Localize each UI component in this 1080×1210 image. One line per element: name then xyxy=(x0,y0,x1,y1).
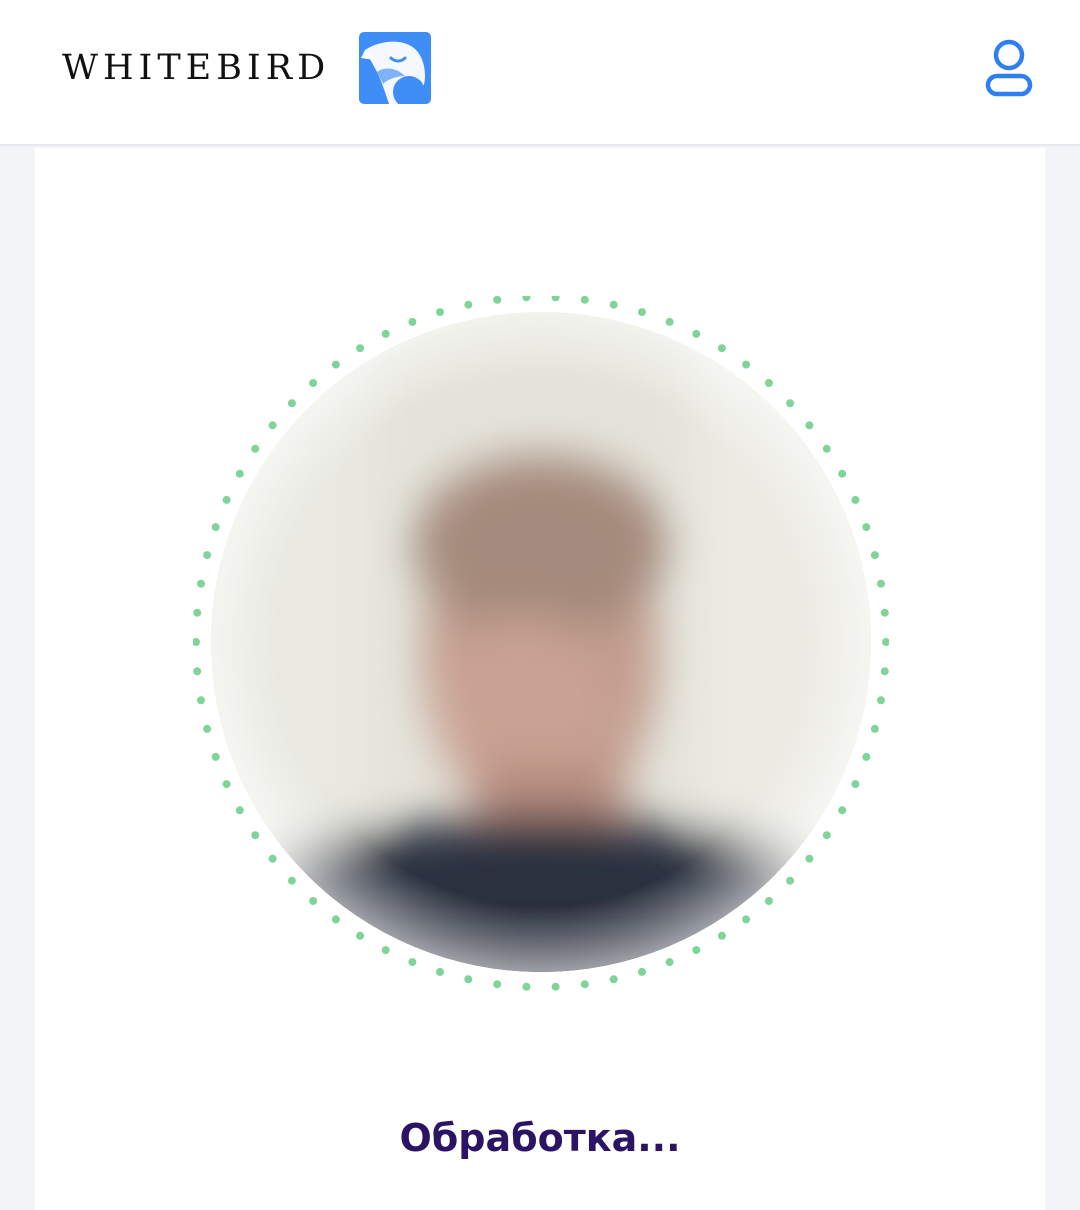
ring-dot xyxy=(862,752,871,761)
ring-dot xyxy=(287,399,296,408)
user-profile-button[interactable] xyxy=(976,34,1040,102)
ring-dot xyxy=(877,579,885,588)
ring-dot xyxy=(203,551,212,560)
ring-dot xyxy=(436,967,444,976)
ring-dot xyxy=(851,780,860,789)
ring-dot xyxy=(197,696,205,705)
ring-dot xyxy=(692,329,701,338)
ring-dot xyxy=(717,344,726,353)
ring-dot xyxy=(381,329,390,338)
ring-dot xyxy=(609,975,618,984)
verification-card: Обработка... xyxy=(35,148,1045,1210)
ring-dot xyxy=(251,831,260,840)
ring-dot xyxy=(638,308,646,317)
ring-dot xyxy=(192,638,200,646)
ring-dot xyxy=(805,421,814,430)
ring-dot xyxy=(408,958,417,967)
ring-dot xyxy=(309,379,318,387)
ring-dot xyxy=(882,638,890,646)
ring-dot xyxy=(786,876,795,885)
ring-dot xyxy=(742,915,751,924)
ring-dot xyxy=(580,295,589,304)
face-scanner xyxy=(192,293,890,992)
ring-dot xyxy=(580,980,589,989)
ring-dot xyxy=(522,982,531,991)
ring-dot xyxy=(551,982,560,991)
ring-dot xyxy=(356,344,365,353)
ring-dot xyxy=(692,946,701,955)
ring-dot xyxy=(268,421,277,430)
ring-dot xyxy=(665,317,674,326)
top-header: WHITEBIRD xyxy=(0,0,1080,146)
ring-dot xyxy=(193,667,202,676)
ring-dot xyxy=(436,308,444,317)
ring-dot xyxy=(251,444,260,453)
ring-dot xyxy=(331,915,340,924)
ring-dot xyxy=(638,967,646,976)
ring-dot xyxy=(268,854,277,863)
bird-logo-icon xyxy=(359,32,431,104)
ring-dot xyxy=(822,831,831,840)
ring-dot xyxy=(222,780,231,789)
ring-dot xyxy=(235,469,244,478)
ring-dot xyxy=(742,360,751,369)
ring-dot xyxy=(493,980,502,989)
user-profile-icon xyxy=(985,39,1033,97)
ring-dot xyxy=(464,300,473,309)
ring-dot xyxy=(222,495,231,504)
ring-dot xyxy=(197,579,205,588)
processing-status: Обработка... xyxy=(399,1116,681,1160)
ring-dot xyxy=(408,317,417,326)
face-camera-preview xyxy=(211,312,871,972)
ring-dot xyxy=(880,667,889,676)
ring-dot xyxy=(235,806,244,815)
ring-dot xyxy=(331,360,340,369)
ring-dot xyxy=(193,608,202,617)
ring-dot xyxy=(203,724,212,733)
ring-dot xyxy=(822,444,831,453)
ring-dot xyxy=(309,897,318,905)
ring-dot xyxy=(764,897,773,905)
ring-dot xyxy=(805,854,814,863)
ring-dot xyxy=(838,806,847,815)
ring-dot xyxy=(851,495,860,504)
ring-dot xyxy=(877,696,885,705)
ring-dot xyxy=(211,523,220,532)
ring-dot xyxy=(665,958,674,967)
ring-dot xyxy=(764,379,773,387)
ring-dot xyxy=(862,523,871,532)
ring-dot xyxy=(381,946,390,955)
ring-dot xyxy=(870,551,879,560)
ring-dot xyxy=(464,975,473,984)
ring-dot xyxy=(609,300,618,309)
ring-dot xyxy=(522,293,531,302)
ring-dot xyxy=(551,293,560,302)
brand-name: WHITEBIRD xyxy=(62,48,331,88)
ring-dot xyxy=(211,752,220,761)
ring-dot xyxy=(717,931,726,940)
ring-dot xyxy=(880,608,889,617)
ring-dot xyxy=(287,876,296,885)
ring-dot xyxy=(493,295,502,304)
ring-dot xyxy=(838,469,847,478)
ring-dot xyxy=(870,724,879,733)
ring-dot xyxy=(356,931,365,940)
ring-dot xyxy=(786,399,795,408)
